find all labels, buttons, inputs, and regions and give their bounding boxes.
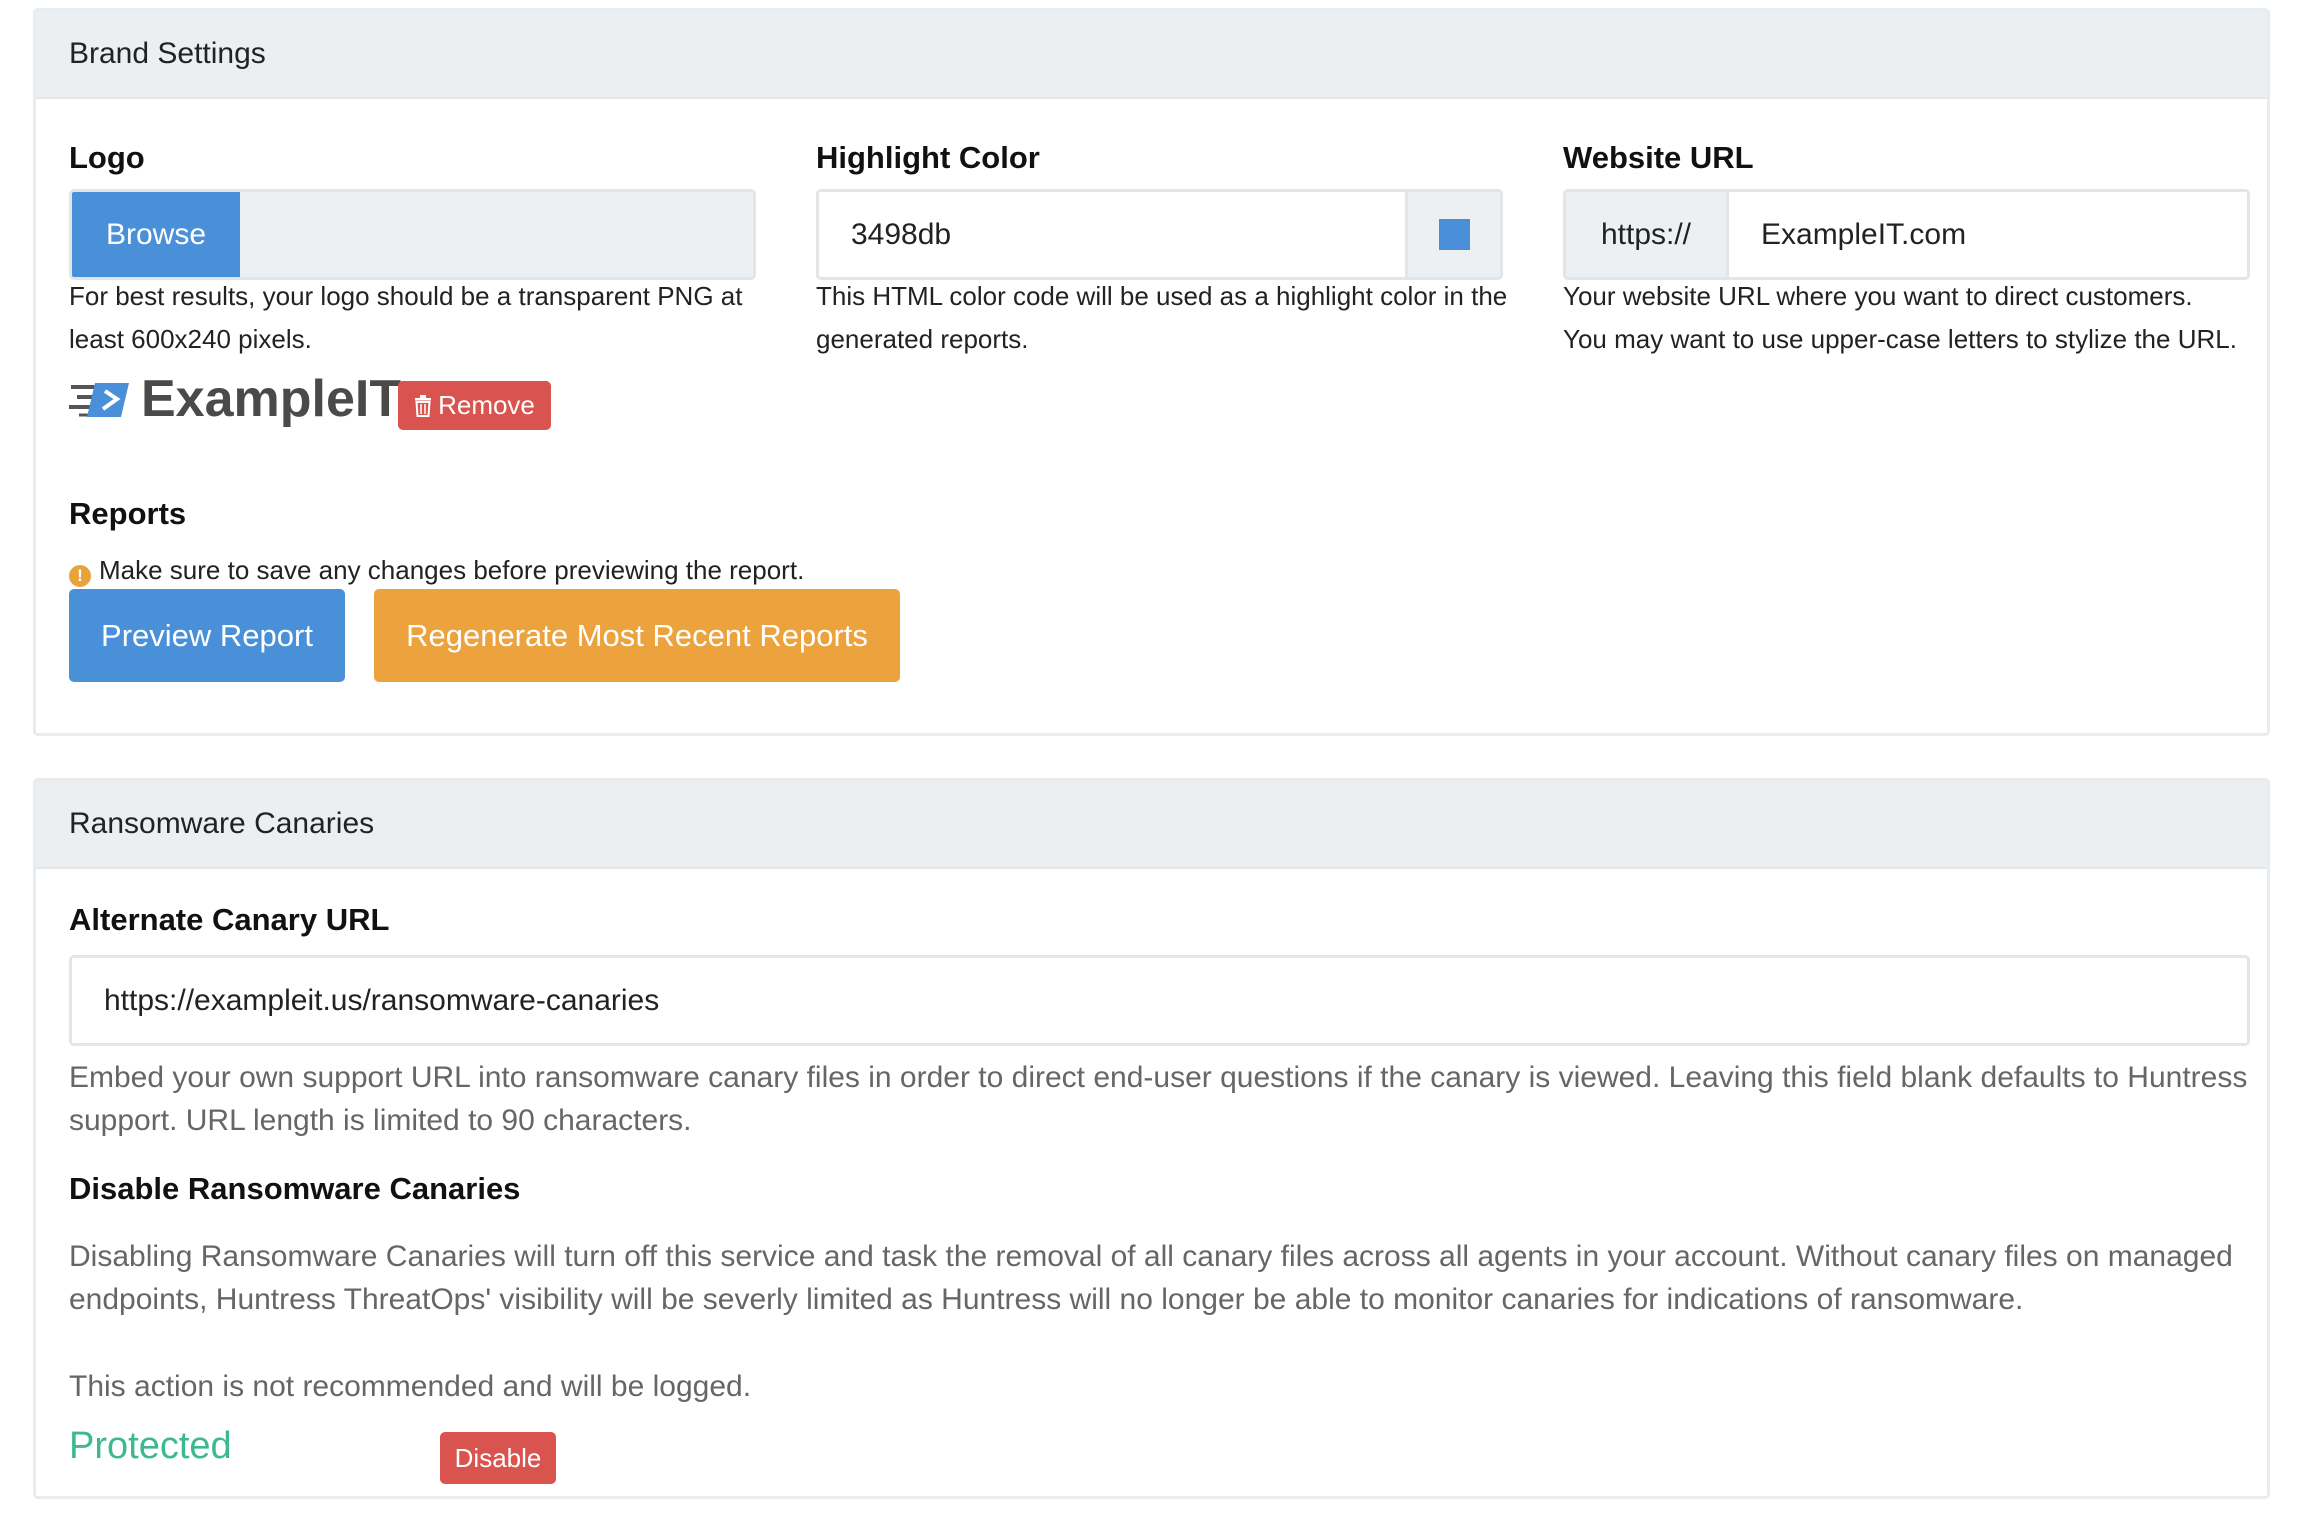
- website-help-line2: You may want to use upper-case letters t…: [1563, 324, 2237, 354]
- color-swatch[interactable]: [1438, 219, 1470, 250]
- panel-heading: Ransomware Canaries: [36, 781, 2267, 869]
- alternate-canary-url-group: https://exampleit.us/ransomware-canaries: [69, 955, 2250, 1046]
- reports-label: Reports: [69, 496, 187, 531]
- alternate-canary-url-input[interactable]: https://exampleit.us/ransomware-canaries: [72, 958, 2247, 1043]
- website-url-label: Website URL: [1563, 140, 1754, 175]
- website-url-input-group: https:// ExampleIT.com: [1563, 189, 2250, 280]
- ransomware-canaries-panel: Ransomware Canaries Alternate Canary URL…: [33, 778, 2270, 1499]
- highlight-color-input[interactable]: 3498db: [819, 192, 1405, 277]
- alternate-canary-url-label: Alternate Canary URL: [69, 902, 390, 937]
- status-protected: Protected: [69, 1425, 232, 1467]
- disable-canaries-label: Disable Ransomware Canaries: [69, 1171, 521, 1206]
- warning-icon: !: [69, 564, 91, 587]
- trash-icon: [415, 394, 432, 417]
- brand-settings-panel: Brand Settings Logo Browse For best resu…: [33, 8, 2270, 736]
- logo-help-text: For best results, your logo should be a …: [69, 281, 743, 354]
- disable-canaries-description: Disabling Ransomware Canaries will turn …: [69, 1240, 2233, 1316]
- logo-label: Logo: [69, 140, 145, 175]
- highlight-color-input-group: 3498db: [816, 189, 1503, 280]
- disable-canaries-note: This action is not recommended and will …: [69, 1370, 752, 1403]
- remove-label: Remove: [438, 390, 535, 420]
- url-prefix-addon: https://: [1566, 192, 1729, 277]
- logo-preview: ExampleIT: [69, 367, 401, 431]
- website-url-input[interactable]: ExampleIT.com: [1729, 192, 2247, 277]
- browse-button[interactable]: Browse: [72, 192, 240, 277]
- regenerate-reports-button[interactable]: Regenerate Most Recent Reports: [374, 589, 900, 682]
- remove-logo-button[interactable]: Remove: [398, 381, 551, 430]
- reports-warning-text: Make sure to save any changes before pre…: [99, 555, 805, 585]
- disable-canaries-button[interactable]: Disable: [440, 1432, 556, 1484]
- preview-report-button[interactable]: Preview Report: [69, 589, 345, 682]
- reports-warning: ! Make sure to save any changes before pr…: [69, 549, 969, 592]
- highlight-help-text: This HTML color code will be used as a h…: [816, 281, 1508, 354]
- logo-file-input[interactable]: Browse: [69, 189, 756, 280]
- logo-text: ExampleIT: [141, 370, 402, 428]
- logo-speed-icon: [69, 383, 129, 417]
- website-help-line1: Your website URL where you want to direc…: [1563, 281, 2193, 311]
- file-name-display[interactable]: [240, 192, 753, 277]
- alternate-canary-url-help: Embed your own support URL into ransomwa…: [69, 1061, 2248, 1137]
- color-picker-addon[interactable]: [1405, 192, 1500, 277]
- highlight-color-label: Highlight Color: [816, 140, 1040, 175]
- panel-heading: Brand Settings: [36, 11, 2267, 99]
